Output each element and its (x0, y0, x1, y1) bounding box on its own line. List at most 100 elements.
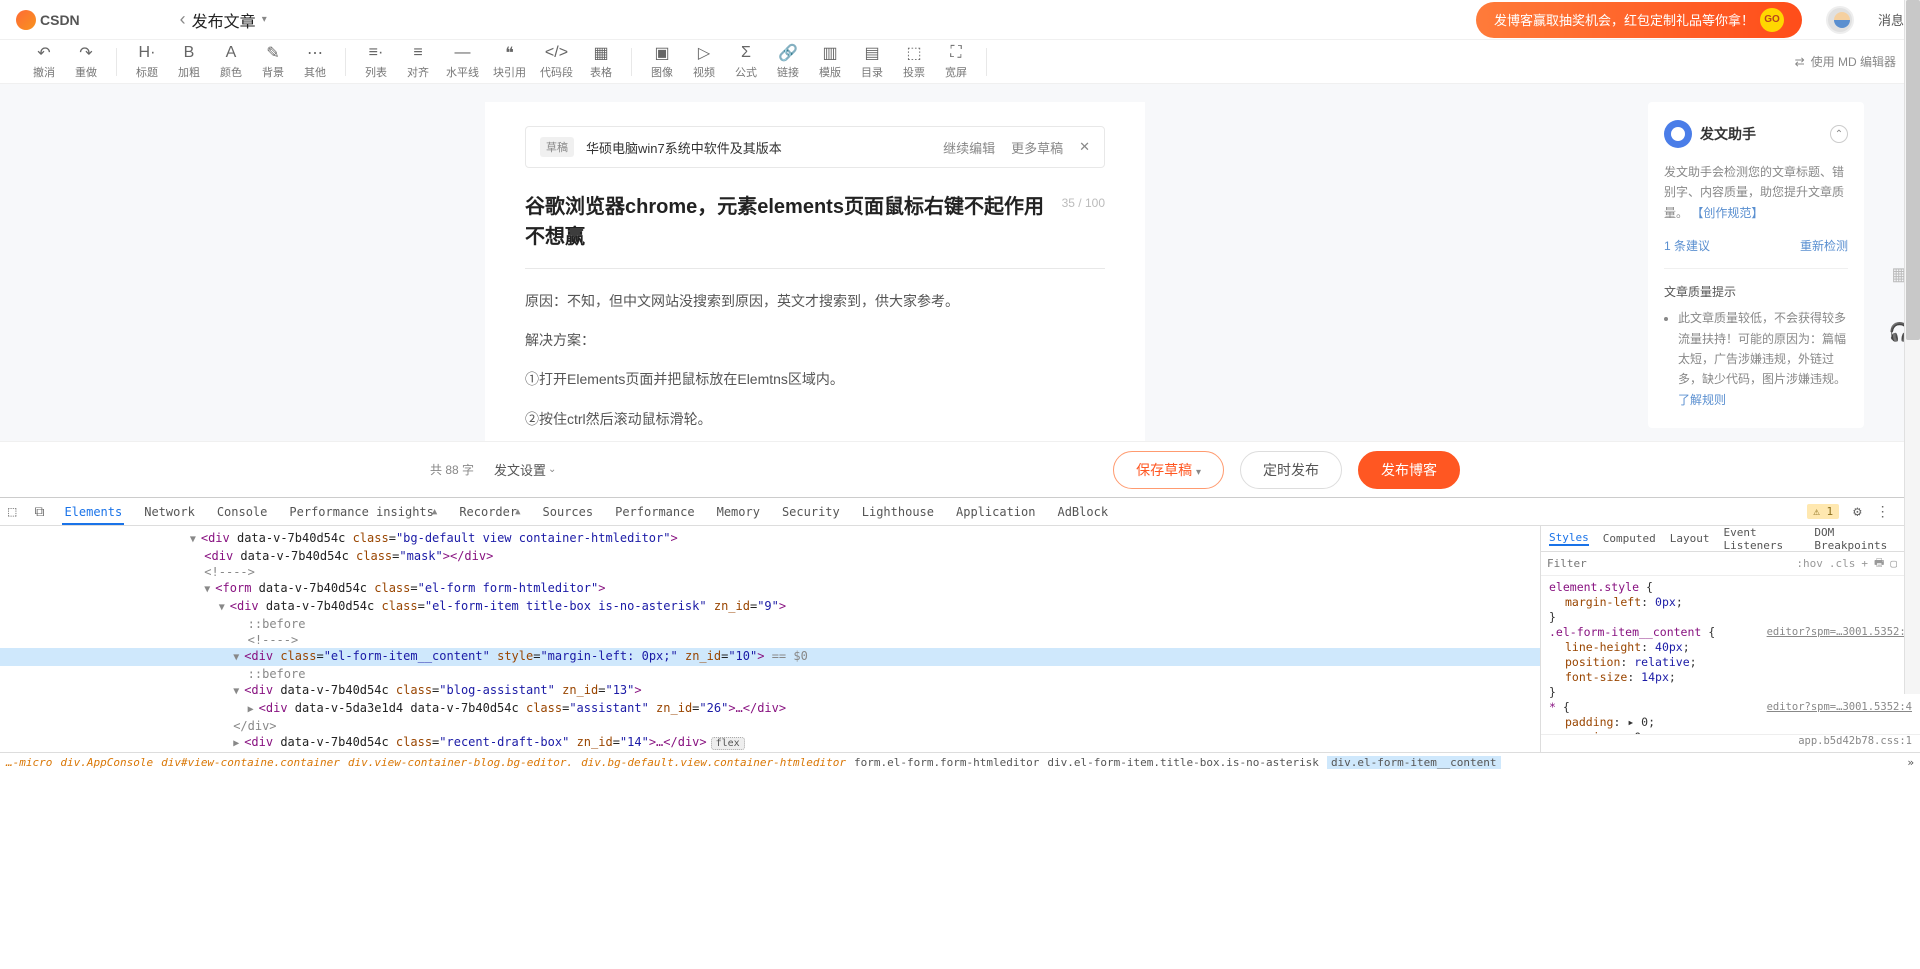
close-draft-icon[interactable]: ✕ (1079, 139, 1090, 155)
guidelines-link[interactable]: 【创作规范】 (1691, 206, 1763, 220)
devtools-tab-performance[interactable]: Performance (613, 498, 696, 525)
paragraph[interactable]: ①打开Elements页面并把鼠标放在Elemtns区域内。 (525, 367, 1105, 392)
scrollbar-thumb[interactable] (1906, 0, 1920, 340)
article-title-input[interactable]: 谷歌浏览器chrome，元素elements页面鼠标右键不起作用不想赢 (525, 192, 1052, 252)
styles-computed-icon[interactable]: ▢ (1890, 557, 1897, 570)
tree-node[interactable]: ▼<form data-v-7b40d54c class="el-form fo… (0, 580, 1540, 598)
tool-块引用[interactable]: ❝块引用 (487, 40, 532, 84)
tool-链接[interactable]: 🔗链接 (768, 40, 808, 84)
paragraph[interactable]: 原因：不知，但中文网站没搜索到原因，英文才搜索到，供大家参考。 (525, 289, 1105, 314)
device-toggle-icon[interactable]: ⧉ (34, 504, 44, 520)
recheck-link[interactable]: 重新检测 (1800, 237, 1848, 254)
chevron-left-icon[interactable]: ‹ (180, 9, 186, 30)
schedule-button[interactable]: 定时发布 (1240, 451, 1342, 489)
continue-edit-link[interactable]: 继续编辑 (943, 138, 995, 157)
tool-撤消[interactable]: ↶撤消 (24, 40, 64, 84)
warnings-badge[interactable]: ⚠ 1 (1807, 504, 1839, 519)
devtools-tab-security[interactable]: Security (780, 498, 842, 525)
devtools-tab-network[interactable]: Network (142, 498, 197, 525)
tree-node[interactable]: ::before (0, 666, 1540, 682)
suggestion-count[interactable]: 1 条建议 (1664, 237, 1710, 254)
tool-图像[interactable]: ▣图像 (642, 40, 682, 84)
tree-node[interactable]: ::before (0, 616, 1540, 632)
breadcrumb-item[interactable]: form.el-form.form-htmleditor (854, 756, 1039, 769)
breadcrumb-item[interactable]: div.el-form-item.title-box.is-no-asteris… (1047, 756, 1319, 769)
breadcrumb-overflow-icon[interactable]: » (1907, 756, 1914, 769)
tool-加粗[interactable]: B加粗 (169, 40, 209, 84)
logo[interactable]: CSDN (16, 10, 80, 30)
css-source-link[interactable]: editor?spm=…3001.5352:4 (1767, 700, 1912, 715)
styles-filter-input[interactable] (1547, 557, 1790, 570)
tool-其他[interactable]: ⋯其他 (295, 40, 335, 84)
breadcrumb-item[interactable]: div#view-containe.container (161, 756, 340, 769)
tree-node[interactable]: <!----> (0, 632, 1540, 648)
tool-表格[interactable]: ▦表格 (581, 40, 621, 84)
caret-down-icon[interactable]: ▾ (262, 14, 267, 25)
tree-node[interactable]: ▼<div data-v-7b40d54c class="bg-default … (0, 530, 1540, 548)
tree-node[interactable]: ▶<div data-v-5da3e1d4 data-v-7b40d54c cl… (0, 700, 1540, 718)
devtools-tab-elements[interactable]: Elements (62, 498, 124, 525)
tree-node[interactable]: ▼<div class="el-form-item__content" styl… (0, 648, 1540, 666)
collapse-icon[interactable]: ⌃ (1830, 125, 1848, 143)
cls-toggle[interactable]: .cls (1829, 557, 1856, 570)
tool-背景[interactable]: ✎背景 (253, 40, 293, 84)
tool-颜色[interactable]: A颜色 (211, 40, 251, 84)
post-settings-link[interactable]: 发文设置⌄ (494, 460, 556, 479)
messages-link[interactable]: 消息 (1878, 10, 1904, 29)
styles-tab-event-listeners[interactable]: Event Listeners (1723, 526, 1800, 552)
tool-标题[interactable]: H·标题 (127, 40, 167, 84)
breadcrumb-item[interactable]: div.el-form-item__content (1327, 756, 1501, 769)
styles-body[interactable]: element.style { margin-left: 0px; } edit… (1541, 576, 1920, 734)
promo-banner[interactable]: 发博客赢取抽奖机会，红包定制礼品等你拿！ GO (1476, 2, 1802, 38)
devtools-tab-performance-insights[interactable]: Performance insights ▲ (287, 498, 439, 525)
styles-print-icon[interactable]: 🖶 (1874, 554, 1884, 573)
tool-对齐[interactable]: ≡对齐 (398, 40, 438, 84)
tree-node[interactable]: <!----> (0, 564, 1540, 580)
css-source-link[interactable]: editor?spm=…3001.5352:4 (1767, 625, 1912, 640)
tool-宽屏[interactable]: ⛶宽屏 (936, 40, 976, 84)
article-body[interactable]: 原因：不知，但中文网站没搜索到原因，英文才搜索到，供大家参考。 解决方案： ①打… (525, 269, 1105, 441)
new-rule-icon[interactable]: + (1861, 557, 1868, 570)
tree-node[interactable]: ▼<div data-v-7b40d54c class="blog-assist… (0, 682, 1540, 700)
gear-icon[interactable]: ⚙ (1853, 504, 1861, 520)
page-title[interactable]: ‹ 发布文章 ▾ (180, 8, 267, 32)
breadcrumb-item[interactable]: div.AppConsole (60, 756, 153, 769)
publish-button[interactable]: 发布博客 (1358, 451, 1460, 489)
tool-代码段[interactable]: </>代码段 (534, 40, 579, 84)
more-drafts-link[interactable]: 更多草稿 (1011, 138, 1063, 157)
save-draft-button[interactable]: 保存草稿 ▾ (1113, 451, 1224, 489)
devtools-tab-lighthouse[interactable]: Lighthouse (860, 498, 936, 525)
tool-投票[interactable]: ⬚投票 (894, 40, 934, 84)
tool-重做[interactable]: ↷重做 (66, 40, 106, 84)
devtools-tab-memory[interactable]: Memory (715, 498, 762, 525)
breadcrumb-item[interactable]: div.bg-default.view.container-htmleditor (581, 756, 846, 769)
tool-视频[interactable]: ▷视频 (684, 40, 724, 84)
tree-node[interactable]: </div> (0, 718, 1540, 734)
tree-node[interactable]: ▼<div data-v-7b40d54c class="el-form-ite… (0, 598, 1540, 616)
devtools-tab-console[interactable]: Console (215, 498, 270, 525)
tool-水平线[interactable]: —水平线 (440, 40, 485, 84)
styles-tab-dom-breakpoints[interactable]: DOM Breakpoints (1814, 526, 1891, 552)
styles-tab-computed[interactable]: Computed (1603, 532, 1656, 545)
scrollbar-vertical[interactable] (1904, 0, 1920, 694)
tool-公式[interactable]: Σ公式 (726, 40, 766, 84)
breadcrumb-item[interactable]: div.view-container-blog.bg-editor. (348, 756, 573, 769)
devtools-tab-application[interactable]: Application (954, 498, 1037, 525)
breadcrumb[interactable]: …-micro div.AppConsole div#view-containe… (0, 752, 1920, 772)
tree-node[interactable]: ▶<div data-v-7b40d54c class="recent-draf… (0, 734, 1540, 752)
tool-目录[interactable]: ▤目录 (852, 40, 892, 84)
devtools-tab-recorder[interactable]: Recorder ▲ (457, 498, 522, 525)
paragraph[interactable]: 解决方案： (525, 328, 1105, 353)
devtools-tab-adblock[interactable]: AdBlock (1055, 498, 1110, 525)
tree-node[interactable]: <div data-v-7b40d54c class="mask"></div> (0, 548, 1540, 564)
tool-列表[interactable]: ≡·列表 (356, 40, 396, 84)
css-footer-link[interactable]: app.b5d42b78.css:1 (1541, 734, 1920, 752)
styles-tab-styles[interactable]: Styles (1549, 531, 1589, 546)
hov-toggle[interactable]: :hov (1796, 557, 1823, 570)
use-md-editor-link[interactable]: ⇄使用 MD 编辑器 (1795, 53, 1896, 70)
tool-模版[interactable]: ▥模版 (810, 40, 850, 84)
breadcrumb-item[interactable]: …-micro (6, 756, 52, 769)
rules-link[interactable]: 了解规则 (1678, 393, 1726, 407)
devtools-tab-sources[interactable]: Sources (541, 498, 596, 525)
more-icon[interactable]: ⋮ (1876, 504, 1890, 520)
